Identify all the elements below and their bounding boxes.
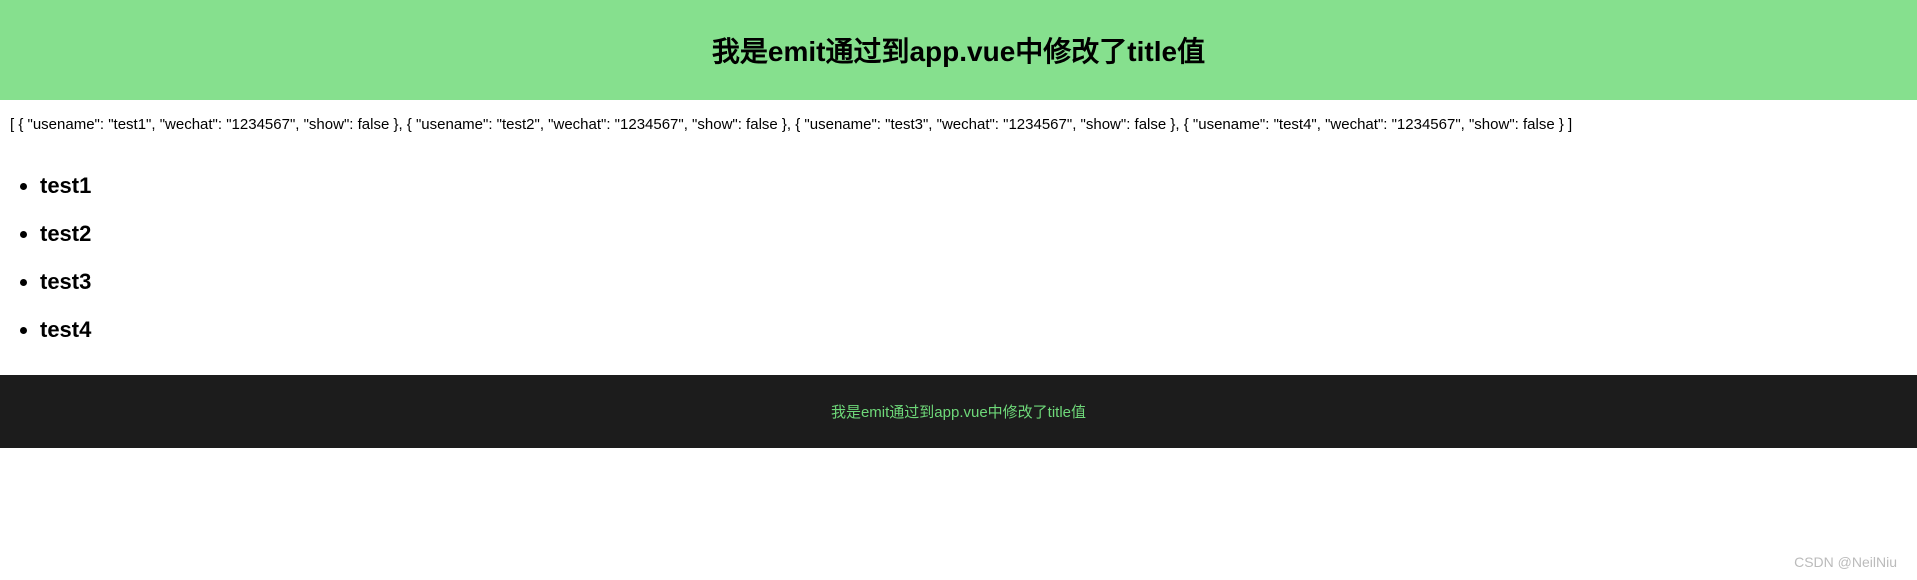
footer-bar: 我是emit通过到app.vue中修改了title值 — [0, 375, 1917, 448]
header-banner: 我是emit通过到app.vue中修改了title值 — [0, 0, 1917, 100]
json-dump-text: [ { "usename": "test1", "wechat": "12345… — [0, 100, 1917, 151]
page-title: 我是emit通过到app.vue中修改了title值 — [0, 30, 1917, 70]
list-item: test2 — [40, 221, 1907, 247]
list-item: test3 — [40, 269, 1907, 295]
list-item: test4 — [40, 317, 1907, 343]
watermark: CSDN @NeilNiu — [1794, 554, 1897, 570]
list-item: test1 — [40, 173, 1907, 199]
footer-text: 我是emit通过到app.vue中修改了title值 — [831, 404, 1086, 421]
user-list: test1 test2 test3 test4 — [0, 173, 1917, 375]
